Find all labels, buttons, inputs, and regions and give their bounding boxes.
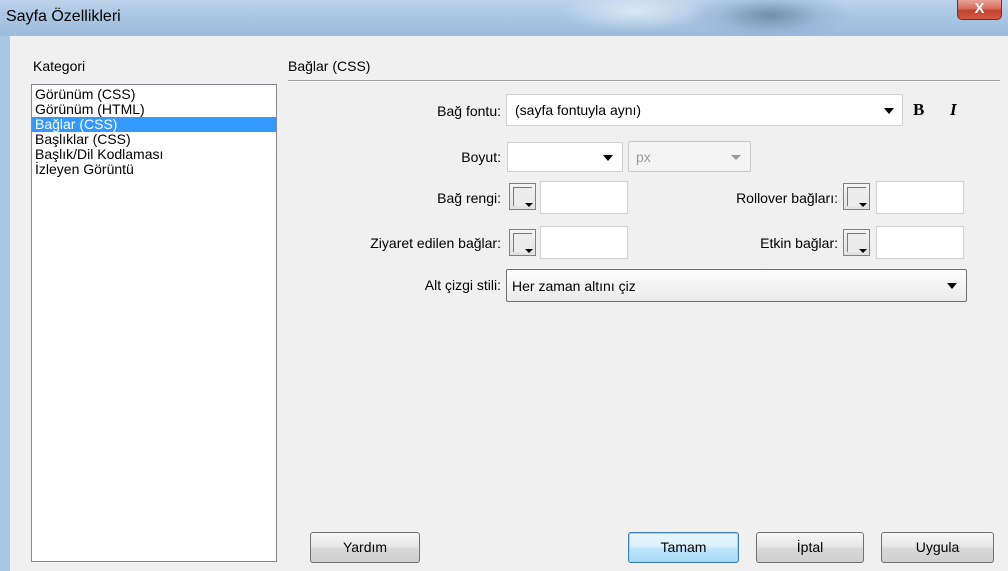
chevron-down-icon	[525, 249, 533, 253]
visited-links-label: Ziyaret edilen bağlar:	[370, 235, 501, 251]
section-title: Bağlar (CSS)	[288, 58, 371, 74]
link-color-picker[interactable]	[509, 183, 536, 210]
size-combo[interactable]	[507, 142, 623, 172]
active-color-picker[interactable]	[843, 229, 870, 256]
link-font-select[interactable]: (sayfa fontuyla aynı)	[506, 94, 903, 126]
link-font-value: (sayfa fontuyla aynı)	[515, 102, 642, 118]
category-item-title-encoding[interactable]: Başlık/Dil Kodlaması	[32, 147, 276, 162]
size-label: Boyut:	[461, 149, 501, 165]
visited-color-picker[interactable]	[509, 229, 536, 256]
chevron-down-icon	[947, 283, 957, 289]
italic-button[interactable]: I	[950, 100, 957, 120]
underline-style-value: Her zaman altını çiz	[512, 278, 636, 294]
active-color-input[interactable]	[876, 226, 964, 259]
active-links-label: Etkin bağlar:	[760, 235, 838, 251]
category-item-appearance-css[interactable]: Görünüm (CSS)	[32, 87, 276, 102]
bold-button[interactable]: B	[913, 100, 924, 120]
category-item-headings-css[interactable]: Başlıklar (CSS)	[32, 132, 276, 147]
apply-button[interactable]: Uygula	[881, 532, 994, 563]
section-divider	[288, 80, 1000, 82]
link-font-label: Bağ fontu:	[437, 103, 501, 119]
rollover-links-label: Rollover bağları:	[736, 190, 838, 206]
underline-style-select[interactable]: Her zaman altını çiz	[506, 269, 967, 302]
link-color-label: Bağ rengi:	[437, 190, 501, 206]
window-title: Sayfa Özellikleri	[6, 8, 121, 25]
category-header: Kategori	[33, 58, 86, 74]
link-color-input[interactable]	[540, 181, 628, 214]
ok-button[interactable]: Tamam	[628, 532, 739, 563]
chevron-down-icon	[884, 108, 894, 114]
chevron-down-icon	[603, 155, 613, 161]
size-unit-value: px	[636, 149, 651, 165]
category-item-links-css[interactable]: Bağlar (CSS)	[32, 117, 276, 132]
cancel-button[interactable]: İptal	[756, 532, 864, 563]
chevron-down-icon	[731, 155, 741, 160]
category-item-tracing-image[interactable]: İzleyen Görüntü	[32, 162, 276, 177]
size-unit-select[interactable]: px	[628, 141, 751, 172]
help-button[interactable]: Yardım	[310, 532, 420, 563]
rollover-color-input[interactable]	[876, 181, 964, 214]
category-item-appearance-html[interactable]: Görünüm (HTML)	[32, 102, 276, 117]
chevron-down-icon	[859, 249, 867, 253]
category-list[interactable]: Görünüm (CSS) Görünüm (HTML) Bağlar (CSS…	[31, 84, 277, 562]
chevron-down-icon	[859, 203, 867, 207]
underline-style-label: Alt çizgi stili:	[424, 277, 501, 293]
chevron-down-icon	[525, 203, 533, 207]
visited-color-input[interactable]	[540, 226, 628, 259]
rollover-color-picker[interactable]	[843, 183, 870, 210]
close-button[interactable]: X	[957, 0, 1002, 20]
title-bar: Sayfa Özellikleri X	[0, 0, 1008, 36]
close-icon: X	[974, 0, 985, 17]
